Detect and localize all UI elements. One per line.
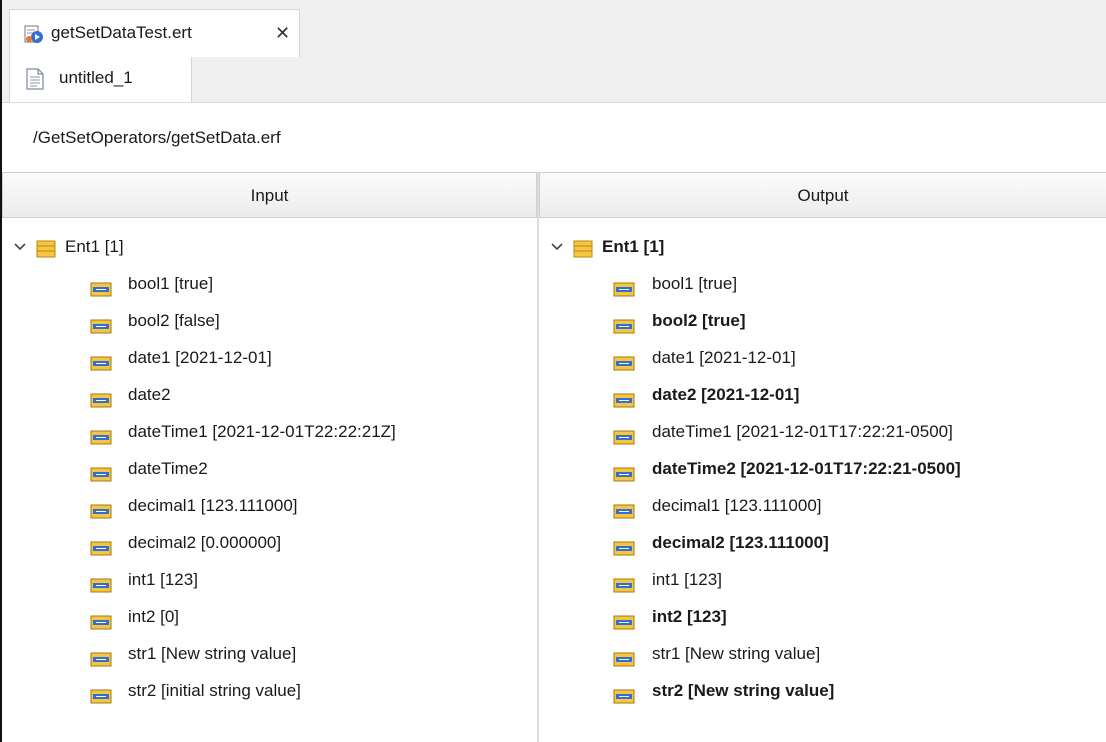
- editor-tab-bar: getSetDataTest.ert ✕: [2, 0, 1106, 58]
- chevron-down-icon[interactable]: [549, 232, 565, 262]
- attribute-icon: [613, 647, 635, 667]
- input-header: Input: [2, 172, 537, 218]
- tree-item-label: decimal2 [123.111000]: [652, 533, 829, 552]
- attribute-icon: [90, 536, 112, 556]
- attribute-icon: [613, 610, 635, 630]
- attribute-icon: [90, 684, 112, 704]
- tree-item-label: dateTime1 [2021-12-01T22:22:21Z]: [128, 422, 396, 441]
- tree-item-label: str2 [initial string value]: [128, 681, 301, 700]
- tree-item-label: int1 [123]: [128, 570, 198, 589]
- tree-item-label: date1 [2021-12-01]: [128, 348, 272, 367]
- tree-item-label: str2 [New string value]: [652, 681, 835, 700]
- file-path: /GetSetOperators/getSetData.erf: [33, 128, 281, 147]
- attribute-icon: [613, 684, 635, 704]
- tree-item-label: dateTime2: [128, 459, 208, 478]
- editor-tab-getsetdatatest[interactable]: getSetDataTest.ert ✕: [9, 9, 300, 57]
- tree-item-label: bool2 [false]: [128, 311, 220, 330]
- entity-icon: [573, 238, 593, 258]
- tree-item-label: bool1 [true]: [652, 274, 738, 293]
- attribute-icon: [90, 573, 112, 593]
- tree-item-label: decimal1 [123.111000]: [128, 496, 298, 515]
- close-icon[interactable]: ✕: [275, 23, 290, 43]
- attribute-icon: [613, 536, 635, 556]
- output-header: Output: [539, 172, 1106, 218]
- attribute-icon: [613, 351, 635, 371]
- tree-item-label: str1 [New string value]: [128, 644, 297, 663]
- tab-untitled-1[interactable]: untitled_1: [9, 57, 192, 102]
- editor-tab-label: getSetDataTest.ert: [51, 23, 192, 42]
- attribute-icon: [613, 314, 635, 334]
- tree-root-label: Ent1 [1]: [65, 237, 124, 256]
- attribute-icon: [90, 351, 112, 371]
- attribute-icon: [90, 314, 112, 334]
- entity-icon: [36, 238, 56, 258]
- tab-label: untitled_1: [59, 68, 133, 87]
- tree-item-label: decimal1 [123.111000]: [652, 496, 822, 515]
- tree-item-label: date1 [2021-12-01]: [652, 348, 796, 367]
- tree-item-label: str1 [New string value]: [652, 644, 821, 663]
- rule-test-icon: [24, 25, 43, 43]
- attribute-icon: [613, 462, 635, 482]
- attribute-icon: [90, 388, 112, 408]
- tree-item-label: int1 [123]: [652, 570, 722, 589]
- attribute-icon: [613, 425, 635, 445]
- tree-item-label: date2 [2021-12-01]: [652, 385, 800, 404]
- attribute-icon: [90, 425, 112, 445]
- attribute-icon: [90, 647, 112, 667]
- input-panel: Input Ent1 [1] bool1 [true] bool2 [false] d…: [2, 172, 538, 742]
- attribute-icon: [613, 499, 635, 519]
- attribute-icon: [90, 277, 112, 297]
- attribute-icon: [90, 499, 112, 519]
- tree-item-label: dateTime2 [2021-12-01T17:22:21-0500]: [652, 459, 961, 478]
- chevron-down-icon[interactable]: [12, 232, 28, 262]
- attribute-icon: [613, 573, 635, 593]
- sub-tab-bar: untitled_1: [2, 57, 1106, 103]
- tree-item-label: bool2 [true]: [652, 311, 746, 330]
- tree-item-label: int2 [123]: [652, 607, 727, 626]
- tree-item-label: date2: [128, 385, 171, 404]
- attribute-icon: [613, 277, 635, 297]
- attribute-icon: [90, 610, 112, 630]
- attribute-icon: [613, 388, 635, 408]
- tree-root-label: Ent1 [1]: [602, 237, 665, 256]
- tree-item-label: dateTime1 [2021-12-01T17:22:21-0500]: [652, 422, 953, 441]
- attribute-icon: [90, 462, 112, 482]
- document-icon: [26, 68, 44, 90]
- tree-item-label: int2 [0]: [128, 607, 180, 626]
- output-panel: Output Ent1 [1] bool1 [true] bool2 [true] d…: [538, 172, 1106, 742]
- tree-item-label: bool1 [true]: [128, 274, 214, 293]
- tree-item-label: decimal2 [0.000000]: [128, 533, 282, 552]
